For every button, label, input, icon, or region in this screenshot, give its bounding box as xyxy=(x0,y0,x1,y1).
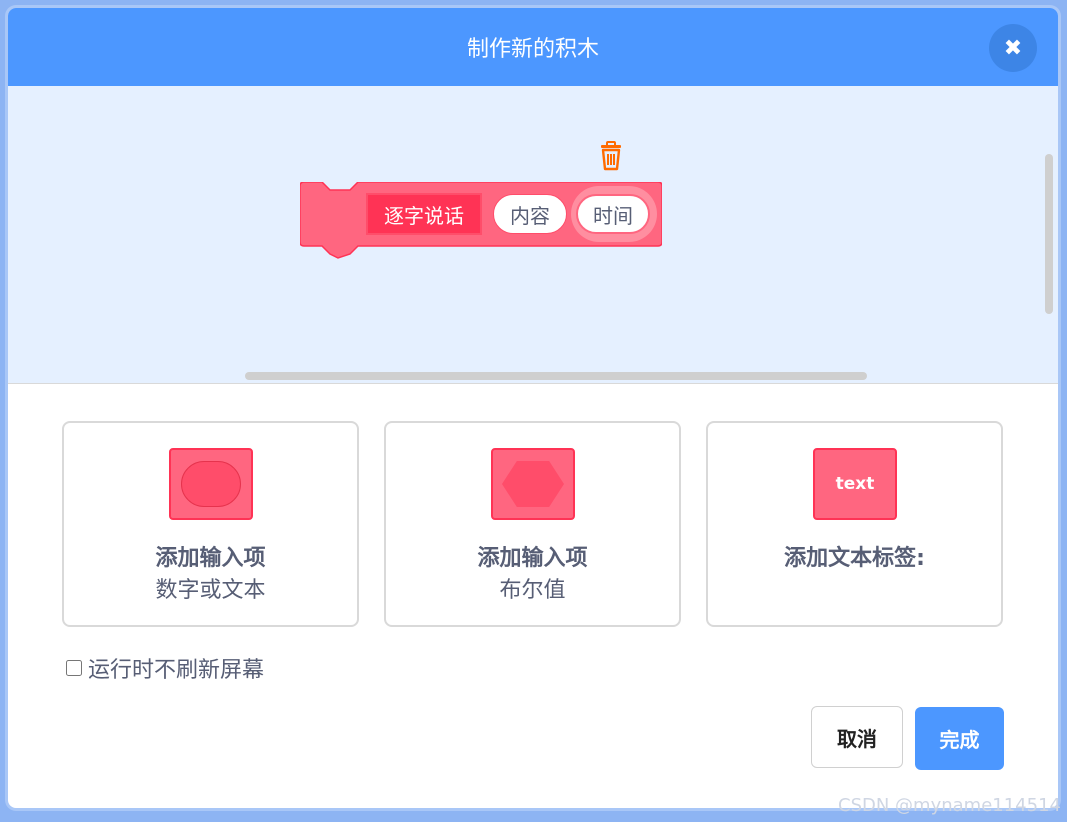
run-without-refresh-label: 运行时不刷新屏幕 xyxy=(88,658,265,683)
run-without-refresh-row[interactable]: 运行时不刷新屏幕 xyxy=(66,653,264,683)
ok-button[interactable]: 完成 xyxy=(915,707,1004,770)
vertical-scrollbar[interactable] xyxy=(1045,154,1053,314)
block-input-content[interactable]: 内容 xyxy=(493,194,567,234)
text-label-icon: text xyxy=(813,448,897,520)
add-input-options: 添加输入项 数字或文本 添加输入项 布尔值 text 添加文本标签: xyxy=(62,421,1004,627)
boolean-input-icon xyxy=(491,448,575,520)
run-without-refresh-checkbox[interactable] xyxy=(66,660,82,676)
option-title: 添加输入项 xyxy=(477,546,588,571)
horizontal-scrollbar[interactable] xyxy=(245,372,867,380)
trash-icon[interactable] xyxy=(598,141,624,171)
hexagon-shape xyxy=(502,461,564,507)
block-name-label[interactable]: 逐字说话 xyxy=(366,193,482,235)
text-icon-caption: text xyxy=(835,474,875,494)
watermark: CSDN @myname114514 xyxy=(838,795,1061,816)
dialog-title: 制作新的积木 xyxy=(466,37,599,62)
oval-shape xyxy=(181,461,241,507)
dialog-header: 制作新的积木 ✖ xyxy=(8,8,1058,86)
option-subtitle: 布尔值 xyxy=(499,578,566,603)
option-subtitle: 数字或文本 xyxy=(155,578,266,603)
option-title: 添加文本标签: xyxy=(784,546,925,571)
cancel-button[interactable]: 取消 xyxy=(811,706,903,768)
add-number-text-input-option[interactable]: 添加输入项 数字或文本 xyxy=(62,421,359,627)
block-input-time[interactable]: 时间 xyxy=(576,194,650,234)
make-block-dialog: 制作新的积木 ✖ 逐字说话 内容 时间 添加输入项 数字或文本 添加输入项 布尔… xyxy=(8,8,1058,808)
close-button[interactable]: ✖ xyxy=(989,24,1037,72)
block-preview-workspace[interactable]: 逐字说话 内容 时间 xyxy=(8,86,1058,384)
oval-input-icon xyxy=(169,448,253,520)
close-icon: ✖ xyxy=(1003,35,1023,61)
option-title: 添加输入项 xyxy=(155,546,266,571)
add-text-label-option[interactable]: text 添加文本标签: xyxy=(706,421,1003,627)
add-boolean-input-option[interactable]: 添加输入项 布尔值 xyxy=(384,421,681,627)
